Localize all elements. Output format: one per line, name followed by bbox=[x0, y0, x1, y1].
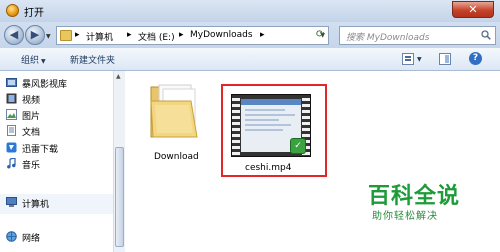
breadcrumb-mydownloads[interactable]: MyDownloads bbox=[190, 30, 253, 40]
search-icon[interactable] bbox=[481, 30, 491, 40]
sidebar-item-documents[interactable]: 文档 bbox=[22, 125, 40, 139]
view-options-icon[interactable] bbox=[402, 53, 414, 65]
folder-icon bbox=[150, 84, 198, 138]
window-title: 打开 bbox=[24, 8, 44, 19]
document-icon bbox=[7, 125, 16, 136]
new-folder-button[interactable]: 新建文件夹 bbox=[70, 53, 115, 66]
breadcrumb-separator[interactable]: ▸ bbox=[75, 30, 80, 40]
file-item-ceshi-mp4[interactable]: ✓ ceshi.mp4 bbox=[221, 84, 327, 177]
file-name-ceshi-mp4: ceshi.mp4 bbox=[245, 163, 292, 173]
thumbnail-line bbox=[245, 124, 291, 126]
media-library-icon bbox=[6, 78, 17, 87]
thunder-download-icon bbox=[6, 142, 17, 153]
refresh-icon[interactable]: ⟳ bbox=[316, 29, 324, 40]
breadcrumb-separator[interactable]: ▸ bbox=[260, 30, 265, 40]
file-list: Download ✓ ceshi.mp4 bbox=[125, 71, 500, 252]
sidebar-item-media-library[interactable]: 暴风影视库 bbox=[22, 77, 67, 91]
watermark-title: 百科全说 bbox=[368, 184, 461, 209]
scroll-thumb[interactable] bbox=[115, 147, 124, 247]
help-icon[interactable]: ? bbox=[469, 52, 482, 65]
navigation-bar: ◀ ▶ ▼ ▸ 计算机 ▸ 文档 (E:) ▸ MyDownloads ▸ ▼ … bbox=[0, 22, 500, 48]
thumbnail-line bbox=[245, 109, 285, 111]
thumbnail-titlebar bbox=[241, 99, 301, 105]
title-bar: 打开 ✕ bbox=[0, 0, 500, 22]
thumbnail-line bbox=[245, 114, 295, 116]
music-icon bbox=[7, 158, 16, 169]
forward-arrow-icon[interactable]: ▶ bbox=[25, 25, 45, 45]
breadcrumb-separator[interactable]: ▸ bbox=[179, 30, 184, 40]
breadcrumb-computer[interactable]: 计算机 bbox=[86, 30, 113, 43]
sidebar-item-computer[interactable]: 计算机 bbox=[22, 197, 49, 211]
close-button[interactable]: ✕ bbox=[452, 1, 494, 18]
computer-icon bbox=[6, 197, 17, 207]
command-toolbar: 组织 ▼ 新建文件夹 ▼ ? bbox=[0, 48, 500, 71]
film-strip-left bbox=[232, 95, 240, 156]
chevron-down-icon: ▼ bbox=[41, 58, 46, 65]
thumbnail-line bbox=[245, 119, 279, 121]
app-icon bbox=[6, 4, 19, 17]
recent-pages-dropdown[interactable]: ▼ bbox=[46, 33, 51, 40]
breadcrumb-drive[interactable]: 文档 (E:) bbox=[138, 30, 175, 43]
sidebar-item-music[interactable]: 音乐 bbox=[22, 158, 40, 172]
picture-icon bbox=[6, 109, 17, 120]
network-icon bbox=[6, 231, 17, 242]
preview-pane-icon[interactable] bbox=[439, 53, 451, 65]
navigation-pane: 暴风影视库 视频 图片 文档 迅雷下载 音乐 计算机 网络 bbox=[0, 71, 125, 252]
media-player-badge-icon: ✓ bbox=[290, 138, 306, 154]
thumbnail-line bbox=[245, 129, 283, 131]
sidebar-item-video[interactable]: 视频 bbox=[22, 93, 40, 107]
sidebar-item-thunder-download[interactable]: 迅雷下载 bbox=[22, 142, 58, 156]
scroll-up-icon[interactable]: ▲ bbox=[116, 73, 121, 80]
search-placeholder: 搜索 MyDownloads bbox=[346, 33, 430, 43]
sidebar-item-network[interactable]: 网络 bbox=[22, 231, 40, 245]
watermark-subtitle: 助你轻松解决 bbox=[372, 211, 438, 222]
file-name-download: Download bbox=[154, 152, 199, 162]
search-input[interactable]: 搜索 MyDownloads bbox=[339, 26, 496, 45]
address-bar[interactable]: ▸ 计算机 ▸ 文档 (E:) ▸ MyDownloads ▸ ▼ bbox=[56, 26, 329, 45]
sidebar-item-pictures[interactable]: 图片 bbox=[22, 109, 40, 123]
breadcrumb-separator[interactable]: ▸ bbox=[127, 30, 132, 40]
organize-button[interactable]: 组织 ▼ bbox=[21, 53, 46, 66]
organize-label: 组织 bbox=[21, 56, 40, 66]
back-arrow-icon[interactable]: ◀ bbox=[4, 25, 24, 45]
folder-icon bbox=[60, 30, 72, 41]
sidebar-scrollbar[interactable]: ▲ bbox=[113, 71, 125, 252]
chevron-down-icon[interactable]: ▼ bbox=[417, 56, 422, 63]
video-icon bbox=[6, 93, 17, 104]
